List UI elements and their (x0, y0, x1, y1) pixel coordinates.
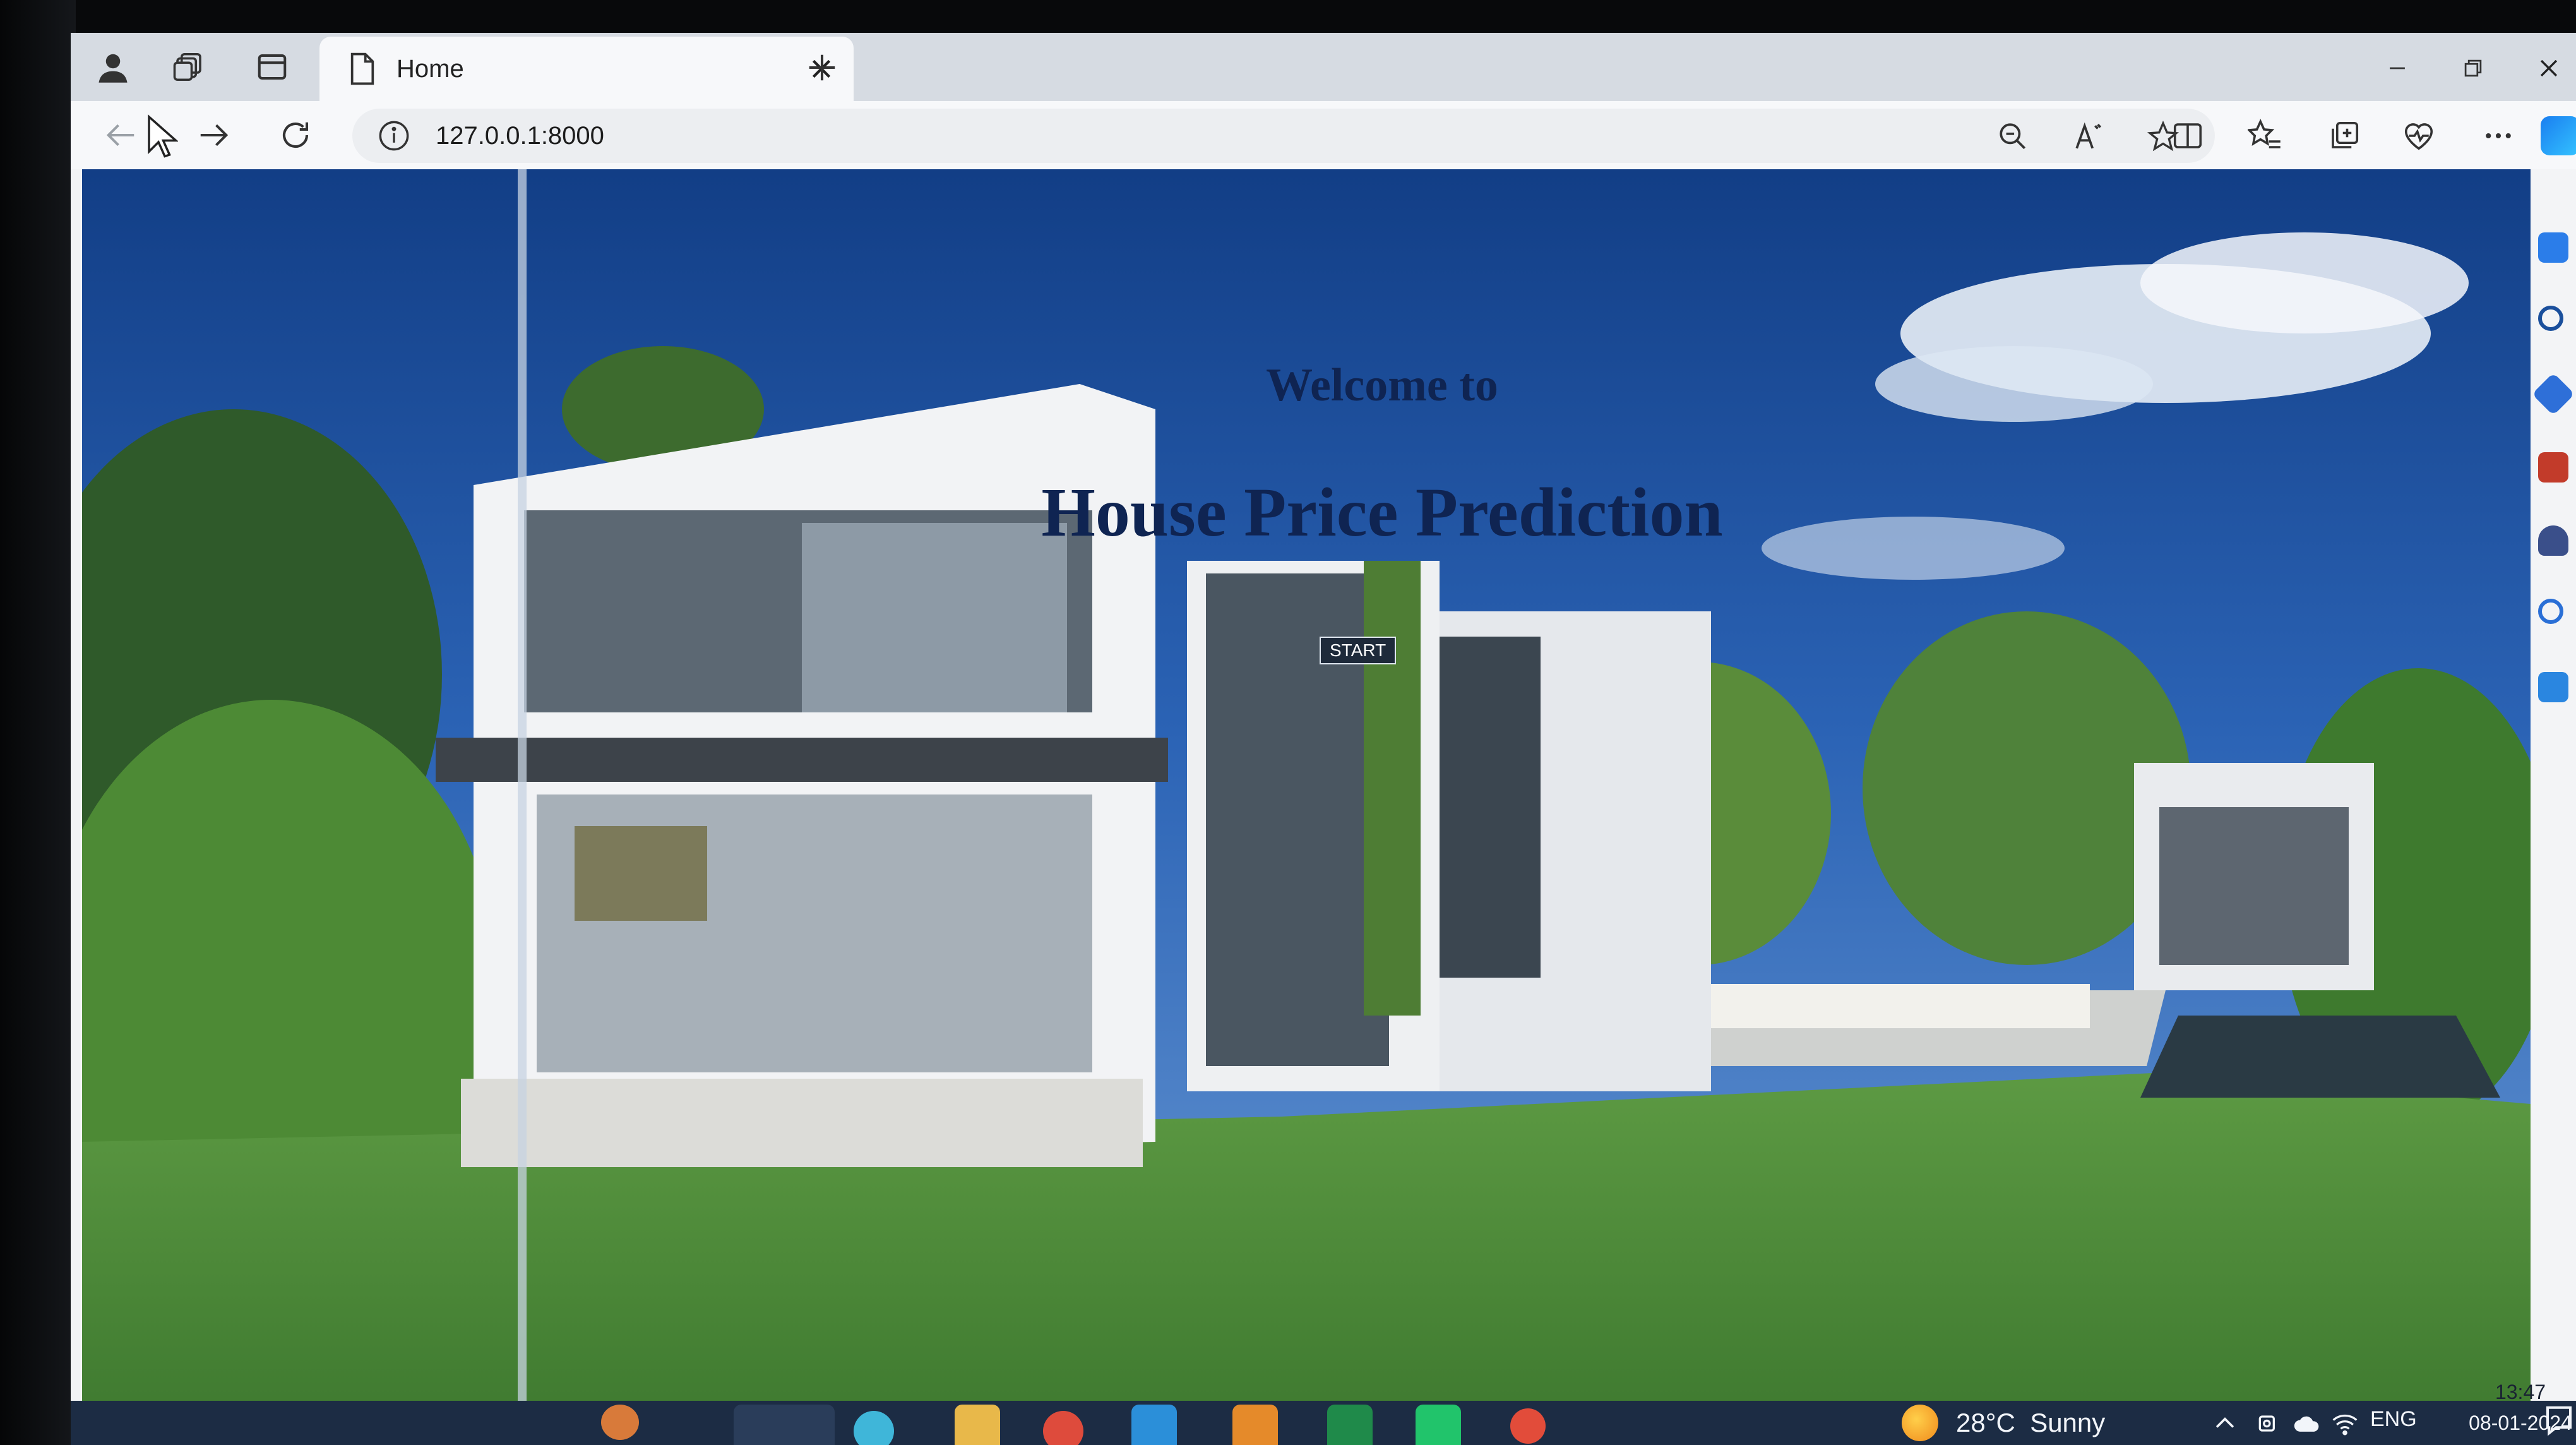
taskbar-edge-icon[interactable] (854, 1411, 894, 1445)
edge-sidebar (2531, 169, 2576, 1415)
sun-icon (1902, 1405, 1938, 1441)
chevron-up-icon[interactable] (2211, 1410, 2239, 1437)
close-window-icon (2540, 59, 2558, 77)
tab-actions-icon (258, 54, 287, 80)
browser-essentials-button[interactable] (2397, 115, 2441, 157)
page-title: House Price Prediction (1041, 474, 1723, 551)
new-tab-button[interactable] (790, 47, 854, 88)
plus-icon (809, 54, 835, 81)
taskbar-file-explorer-icon[interactable] (955, 1405, 1000, 1445)
address-bar[interactable]: 127.0.0.1:8000 (352, 109, 2215, 163)
browser-toolbar: 127.0.0.1:8000 (71, 101, 2576, 169)
favorites-icon (2248, 119, 2281, 148)
url-text[interactable]: 127.0.0.1:8000 (436, 122, 604, 150)
outlook-icon[interactable] (2538, 672, 2568, 702)
start-button[interactable]: START (1320, 637, 1397, 664)
weather-temperature: 28°C (1956, 1408, 2015, 1437)
page-viewport: Welcome to House Price Prediction START (82, 169, 2531, 1420)
weather-widget[interactable]: 28°C Sunny (1902, 1403, 2105, 1442)
page-icon (350, 52, 374, 85)
refresh-icon (282, 122, 309, 148)
workspaces-icon (173, 52, 201, 81)
split-screen-icon (2173, 123, 2202, 148)
profile-button[interactable] (88, 47, 138, 87)
notifications-icon[interactable] (2538, 232, 2568, 263)
more-options-button[interactable] (2476, 115, 2520, 157)
minimize-button[interactable] (2369, 49, 2426, 87)
tab-title: Home (397, 54, 464, 83)
minimize-icon (2390, 67, 2405, 69)
forward-arrow-icon (200, 124, 229, 147)
welcome-heading: Welcome to (1266, 359, 1498, 411)
cursor-icon (148, 114, 178, 158)
info-icon[interactable] (378, 119, 410, 152)
search-icon[interactable] (2538, 306, 2563, 331)
favorites-button[interactable] (2243, 115, 2287, 157)
zoom-out-icon (2000, 123, 2026, 150)
restore-icon (2464, 59, 2482, 77)
taskbar-store-icon[interactable] (1232, 1405, 1278, 1445)
tools-icon[interactable] (2538, 452, 2568, 483)
heart-pulse-icon (2404, 123, 2433, 150)
monitor-bezel-top (0, 0, 2576, 35)
m365-icon[interactable] (2538, 599, 2563, 624)
taskbar-search-icon[interactable] (734, 1405, 835, 1445)
read-aloud-button[interactable] (2070, 117, 2108, 155)
taskbar-chrome-icon[interactable] (1043, 1411, 1083, 1445)
shopping-icon[interactable] (2532, 373, 2575, 416)
workspaces-button[interactable] (164, 47, 213, 87)
weather-condition: Sunny (2030, 1408, 2106, 1437)
taskbar-excel-icon[interactable] (1327, 1405, 1373, 1445)
collections-icon (2332, 121, 2359, 148)
games-icon[interactable] (2538, 525, 2568, 556)
taskbar-mail-icon[interactable] (1131, 1405, 1177, 1445)
profile-icon (98, 54, 128, 83)
restore-button[interactable] (2445, 49, 2501, 87)
monitor-bezel-left (0, 0, 76, 1445)
close-window-button[interactable] (2520, 49, 2576, 87)
windows-taskbar: 28°C Sunny ENG 13:47 08-01-2024 (71, 1381, 2576, 1445)
taskbar-app-avatar-icon[interactable] (601, 1405, 639, 1440)
tab-strip: Home (71, 33, 2576, 101)
tab-home[interactable]: Home (319, 37, 854, 101)
volume-icon[interactable] (2344, 1410, 2371, 1437)
split-screen-button[interactable] (2166, 115, 2210, 157)
back-button[interactable] (96, 112, 146, 158)
more-icon (2486, 133, 2511, 139)
copilot-icon[interactable] (2541, 116, 2576, 155)
tab-actions-button[interactable] (247, 47, 297, 87)
taskbar-app-icon[interactable] (1510, 1408, 1546, 1444)
forward-button[interactable] (188, 112, 239, 158)
collections-button[interactable] (2322, 115, 2366, 157)
browser-window: Home 127.0.0.1:8000 Welcome to House Pri… (71, 33, 2576, 1420)
zoom-out-button[interactable] (1994, 117, 2032, 155)
back-arrow-icon (106, 124, 134, 147)
refresh-button[interactable] (270, 112, 321, 158)
onedrive-cloud-icon[interactable] (2293, 1410, 2321, 1437)
read-aloud-icon (2075, 122, 2102, 149)
taskbar-pycharm-icon[interactable] (1416, 1405, 1461, 1445)
meet-now-icon[interactable] (2255, 1410, 2283, 1437)
notification-center-icon[interactable] (2544, 1403, 2573, 1437)
language-indicator[interactable]: ENG (2370, 1407, 2417, 1432)
house-background-image (82, 169, 2531, 1420)
